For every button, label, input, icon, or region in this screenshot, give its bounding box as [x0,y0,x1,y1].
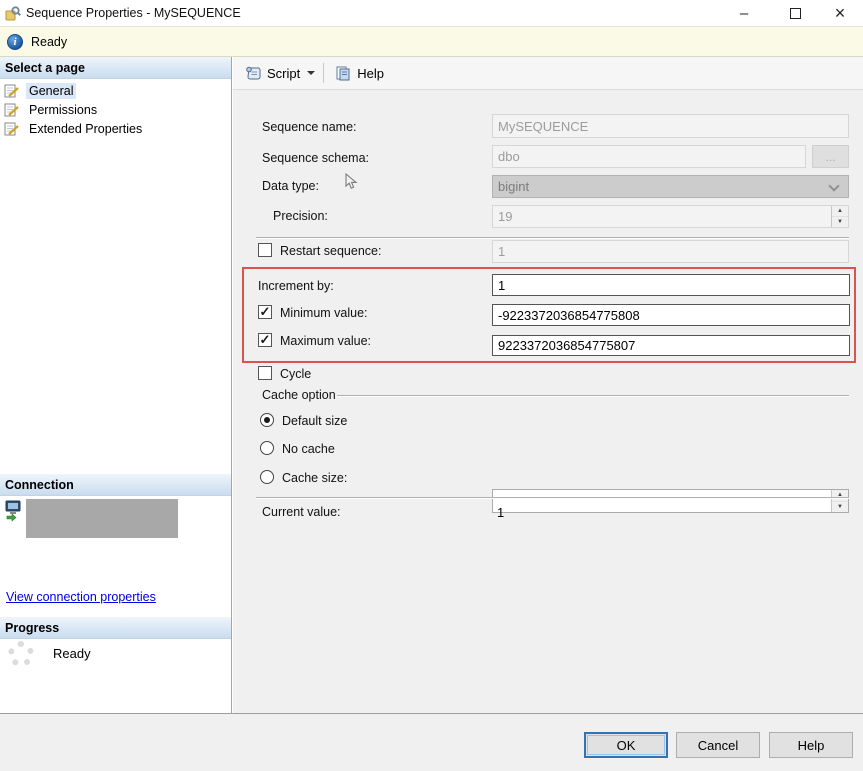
sequence-properties-dialog: Sequence Properties - MySEQUENCE – × i R… [0,0,863,771]
chevron-down-icon [828,180,840,192]
cache-size-field[interactable]: ▲ ▼ [492,489,849,513]
sequence-name-input[interactable] [492,114,849,138]
restart-sequence-checkbox[interactable] [258,243,272,257]
mouse-cursor [345,172,358,194]
sequence-schema-input[interactable] [492,145,806,168]
cycle-checkbox[interactable] [258,366,272,380]
check-icon: ✓ [259,303,271,319]
sequence-name-label: Sequence name: [262,120,357,134]
maximum-value-field[interactable] [492,335,850,356]
ok-button[interactable]: OK [584,732,668,758]
spin-up-icon[interactable]: ▲ [832,206,848,217]
cache-option-group-label: Cache option [262,388,336,402]
view-connection-properties-link[interactable]: View connection properties [6,590,156,604]
restart-sequence-label: Restart sequence: [280,244,382,258]
title-bar: Sequence Properties - MySEQUENCE – × [0,0,863,26]
info-icon: i [7,33,23,50]
minimum-value-checkbox[interactable]: ✓ [258,305,272,319]
toolbar-separator [323,63,325,83]
connection-header: Connection [0,474,231,496]
maximum-value-label: Maximum value: [280,334,371,348]
sidebar-item-general[interactable]: General [4,82,77,100]
minimum-value-input[interactable] [492,304,850,326]
spin-up-icon[interactable]: ▲ [832,490,848,502]
schema-browse-button[interactable]: ... [812,145,849,168]
minimize-button[interactable]: – [727,0,761,26]
precision-input[interactable] [492,205,849,228]
separator [256,237,849,239]
minimum-value-label: Minimum value: [280,306,368,320]
script-label: Script [267,65,301,81]
data-type-dropdown[interactable]: bigint [492,175,849,198]
minimum-value-field[interactable] [492,304,850,326]
minimize-icon: – [739,4,749,22]
help-button[interactable]: Help [331,62,388,84]
cache-size-label: Cache size: [282,471,348,485]
sidebar-item-permissions[interactable]: Permissions [4,101,100,119]
spin-down-icon[interactable]: ▼ [832,217,848,227]
default-size-radio[interactable] [260,413,274,427]
script-button[interactable]: Script [241,62,319,84]
increment-by-field[interactable] [492,274,850,296]
close-icon: × [834,2,846,23]
page-icon [4,84,19,98]
sequence-schema-label: Sequence schema: [262,151,370,165]
server-name-redacted [26,499,178,538]
current-value-text: 1 [497,505,505,520]
cycle-label: Cycle [280,367,312,381]
sequence-name-field[interactable] [492,114,849,138]
help-button-footer[interactable]: Help [769,732,853,758]
progress-header: Progress [0,617,231,639]
data-type-label: Data type: [262,179,319,193]
default-size-label: Default size [282,414,348,428]
cache-size-radio[interactable] [260,470,274,484]
cancel-button[interactable]: Cancel [676,732,760,758]
precision-field[interactable]: ▲ ▼ [492,205,849,228]
window-title: Sequence Properties - MySEQUENCE [26,6,241,20]
no-cache-radio[interactable] [260,441,274,455]
progress-spinner-icon [8,641,34,667]
page-toolbar: Script Help [233,57,863,90]
sidebar-item-label: Permissions [29,103,98,117]
sidebar-item-label: General [26,83,77,99]
progress-status: Ready [53,646,91,661]
maximize-icon [789,7,801,19]
status-text: Ready [31,34,68,49]
separator [256,497,849,499]
restart-sequence-input[interactable] [492,240,849,263]
page-icon [4,122,19,136]
right-pane: Script Help Sequence name: MySEQUENCE Se… [233,57,863,713]
check-icon: ✓ [259,331,271,347]
script-dropdown-icon[interactable] [307,71,316,75]
status-strip: i Ready [0,26,863,57]
precision-label: Precision: [273,209,328,223]
maximize-button[interactable] [778,0,812,26]
spin-down-icon[interactable]: ▼ [832,501,848,512]
close-button[interactable]: × [823,0,857,26]
cache-size-input[interactable] [492,489,849,513]
maximum-value-checkbox[interactable]: ✓ [258,333,272,347]
footer-bar: OK Cancel Help [0,713,863,771]
help-pages-icon [336,66,350,81]
help-toolbar-label: Help [357,65,384,81]
increment-by-input[interactable] [492,274,850,296]
sequence-schema-field[interactable] [492,145,806,168]
select-a-page-header: Select a page [0,57,231,79]
script-scroll-icon [246,66,261,80]
left-pane: Select a page General Permissions Extend… [0,57,232,713]
current-value-label: Current value: [262,505,341,519]
sidebar-item-extended-properties[interactable]: Extended Properties [4,120,145,138]
maximum-value-input[interactable] [492,335,850,356]
server-connection-icon [4,499,24,526]
page-icon [4,103,19,117]
increment-by-label: Increment by: [258,279,334,293]
no-cache-label: No cache [282,442,335,456]
restart-sequence-field[interactable] [492,240,849,263]
radio-selected-dot [264,417,270,423]
group-separator [337,395,849,397]
sidebar-item-label: Extended Properties [29,122,143,136]
sequence-properties-app-icon [5,5,21,24]
data-type-value: bigint [498,179,530,194]
